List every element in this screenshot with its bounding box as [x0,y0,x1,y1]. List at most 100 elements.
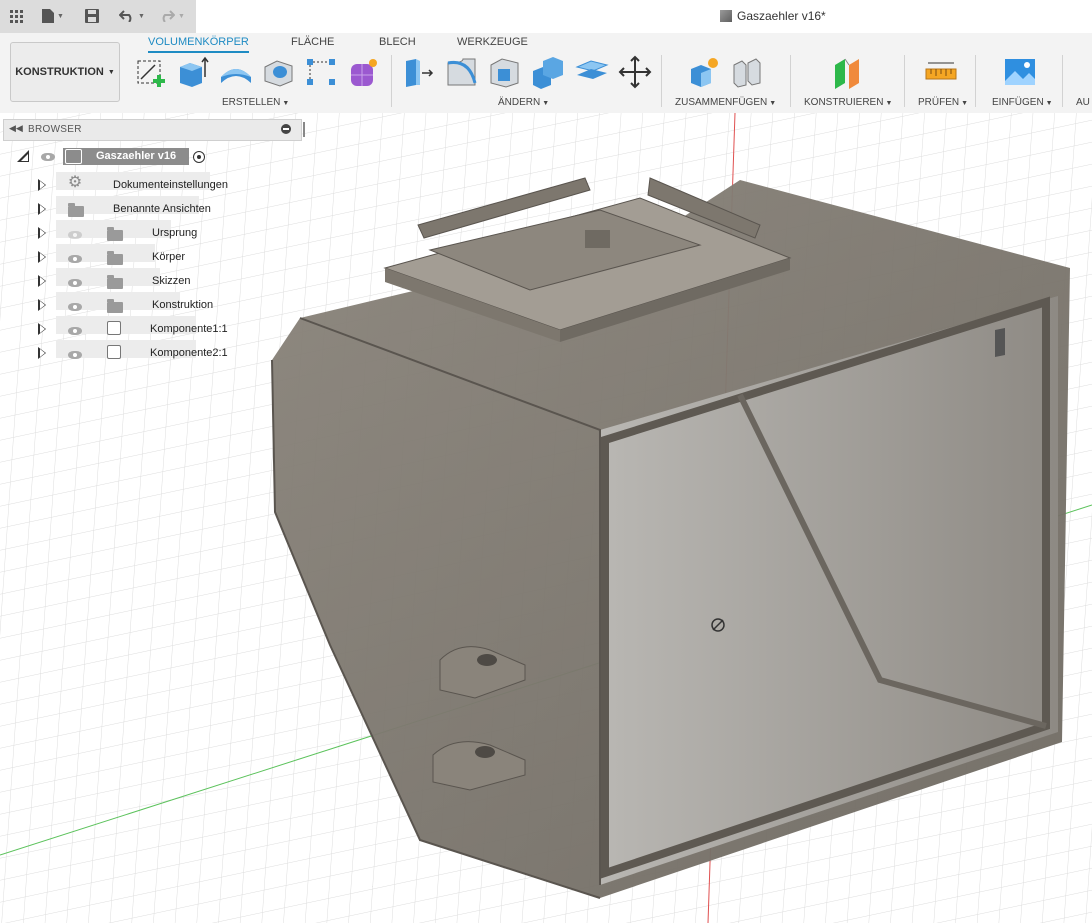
sketch-create-icon[interactable] [135,55,169,89]
group-zusammenfuegen-label: ZUSAMMENFÜGEN [675,97,768,108]
folder-icon [107,250,123,265]
group-konstruieren-label: KONSTRUIEREN [804,97,884,108]
separator [904,55,905,107]
workspace-label: KONSTRUKTION [15,66,104,78]
press-pull-icon[interactable] [402,55,436,89]
group-konstruieren[interactable]: KONSTRUIEREN ▼ [804,97,892,108]
tree-item-label: Skizzen [152,275,191,287]
expand-arrow-icon[interactable] [38,299,46,311]
tab-flaeche[interactable]: FLÄCHE [291,36,334,51]
document-icon [720,10,732,22]
component-icon [107,321,121,335]
expand-arrow-icon[interactable] [38,251,46,263]
shell-icon[interactable] [488,55,522,89]
root-visibility-eye-icon[interactable] [41,153,55,161]
tree-item-dokumenteinstellungen[interactable]: ⚙ Dokumenteinstellungen [0,171,300,191]
hidden-eye-icon[interactable] [68,231,82,239]
tree-item-konstruktion[interactable]: Konstruktion [0,291,300,313]
component-icon [107,345,121,359]
workspace-switcher[interactable]: KONSTRUKTION ▼ [10,42,120,102]
hole-icon[interactable] [262,55,296,89]
insert-image-icon[interactable] [1003,55,1037,89]
separator [790,55,791,107]
separator [661,55,662,107]
group-einfuegen[interactable]: EINFÜGEN ▼ [992,97,1053,108]
group-pruefen[interactable]: PRÜFEN ▼ [918,97,968,108]
move-icon[interactable] [618,55,652,89]
quick-access-toolbar: ▼ ▼ ▼ [0,0,196,33]
gear-icon: ⚙ [67,174,83,191]
tab-blech[interactable]: BLECH [379,36,416,51]
expand-arrow-icon[interactable] [38,203,46,215]
expand-arrow-icon[interactable] [38,323,46,335]
document-title-text: Gaszaehler v16* [737,9,826,23]
panel-resize-handle[interactable] [303,122,305,137]
extrude-icon[interactable] [176,55,210,89]
new-component-icon[interactable] [687,55,721,89]
file-menu-icon[interactable]: ▼ [38,6,68,26]
undo-icon[interactable]: ▼ [116,6,148,26]
tree-item-label: Benannte Ansichten [113,203,211,215]
visibility-eye-icon[interactable] [68,351,82,359]
browser-root-node[interactable]: Gaszaehler v16 [63,148,189,165]
tree-item-label: Konstruktion [152,299,214,311]
construct-plane-icon[interactable] [831,55,865,89]
fillet-icon[interactable] [445,55,479,89]
tree-item-skizzen[interactable]: Skizzen [0,267,300,289]
group-pruefen-label: PRÜFEN [918,97,960,108]
group-aendern-label: ÄNDERN [498,97,541,108]
tree-item-ursprung[interactable]: Ursprung [0,219,300,241]
tree-item-komponente1[interactable]: Komponente1:1 [0,315,300,335]
top-mount-slot [585,230,610,248]
tree-item-benannte-ansichten[interactable]: Benannte Ansichten [0,195,300,217]
tree-item-label: Körper [152,251,186,263]
group-einfuegen-label: EINFÜGEN [992,97,1044,108]
combine-icon[interactable] [531,55,565,89]
group-truncated[interactable]: AU [1076,97,1090,108]
tab-volumenkoerper[interactable]: VOLUMENKÖRPER [148,36,249,53]
revolve-icon[interactable] [219,55,253,89]
app-grid-icon[interactable] [8,6,24,26]
minimize-panel-icon[interactable] [281,124,291,134]
folder-icon [107,274,123,289]
ribbon-toolbar: KONSTRUKTION ▼ VOLUMENKÖRPER FLÄCHE BLECH… [0,33,1092,114]
tree-item-label: Komponente1:1 [150,323,228,335]
group-aendern[interactable]: ÄNDERN ▼ [498,97,549,108]
expand-arrow-icon[interactable] [38,275,46,287]
expand-arrow-icon[interactable] [38,347,46,359]
browser-root-label: Gaszaehler v16 [96,150,177,162]
folder-icon [107,226,123,241]
save-icon[interactable] [84,6,100,26]
visibility-eye-icon[interactable] [68,255,82,263]
redo-icon[interactable]: ▼ [156,6,188,26]
offset-plane-icon[interactable] [575,55,609,89]
activate-radio-icon[interactable] [193,151,205,163]
visibility-eye-icon[interactable] [68,303,82,311]
group-erstellen[interactable]: ERSTELLEN ▼ [222,97,289,108]
measure-icon[interactable] [924,55,958,89]
tree-item-label: Komponente2:1 [150,347,228,359]
separator [391,55,392,107]
tree-item-koerper[interactable]: Körper [0,243,300,265]
group-erstellen-label: ERSTELLEN [222,97,281,108]
browser-panel-header[interactable]: ◀◀ BROWSER [3,119,305,141]
form-icon[interactable] [347,55,381,89]
group-zusammenfuegen[interactable]: ZUSAMMENFÜGEN ▼ [675,97,776,108]
expand-arrow-icon[interactable] [38,179,46,191]
visibility-eye-icon[interactable] [68,279,82,287]
collapse-panel-icon[interactable]: ◀◀ [9,123,23,134]
visibility-eye-icon[interactable] [68,327,82,335]
title-bar: ▼ ▼ ▼ Gaszaehler v16* [0,0,1092,33]
root-expand-icon[interactable] [17,150,29,162]
tree-item-komponente2[interactable]: Komponente2:1 [0,339,300,359]
pattern-icon[interactable] [304,55,338,89]
joint-icon[interactable] [730,55,764,89]
expand-arrow-icon[interactable] [38,227,46,239]
chevron-down-icon: ▼ [107,68,115,76]
group-truncated-label: AU [1076,97,1090,108]
tab-werkzeuge[interactable]: WERKZEUGE [457,36,528,51]
tree-item-label: Ursprung [152,227,198,239]
folder-icon [107,298,123,313]
document-title: Gaszaehler v16* [720,9,826,23]
separator [975,55,976,107]
